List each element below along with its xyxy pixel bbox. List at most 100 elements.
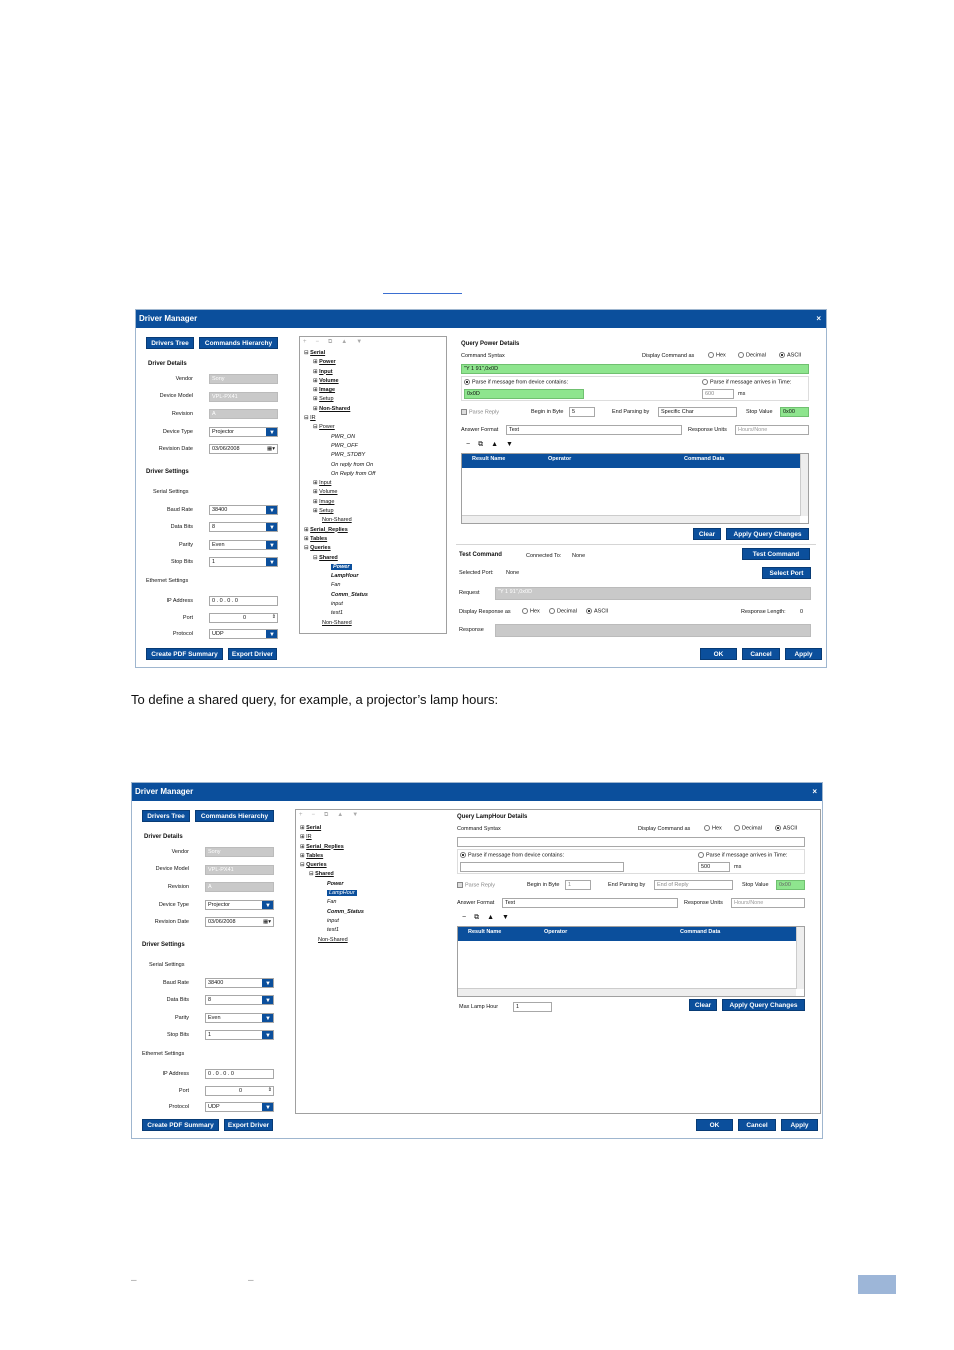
- parity-select[interactable]: Even ▼: [205, 1013, 274, 1023]
- tree-node[interactable]: Non-Shared: [304, 619, 375, 628]
- tree-node[interactable]: ⊟ Queries: [304, 544, 375, 553]
- tree-node[interactable]: ⊟ Serial: [304, 349, 375, 358]
- parse-time-radio[interactable]: Parse if message arrives in Time:: [702, 379, 791, 385]
- tree-node[interactable]: Power: [304, 563, 375, 572]
- export-driver-button[interactable]: Export Driver: [224, 1119, 273, 1131]
- tab-drivers-tree[interactable]: Drivers Tree: [146, 337, 194, 349]
- tree-node[interactable]: input: [300, 917, 364, 926]
- close-icon[interactable]: ×: [816, 310, 821, 328]
- chevron-down-icon[interactable]: ▼: [262, 996, 273, 1004]
- response-decimal-radio[interactable]: Decimal: [549, 608, 577, 614]
- stepper-icon[interactable]: ⇕: [272, 614, 276, 621]
- chevron-down-icon[interactable]: ▼: [262, 1014, 273, 1022]
- parse-reply-checkbox[interactable]: Parse Reply: [461, 409, 499, 415]
- stop-bits-select[interactable]: 1 ▼: [209, 557, 278, 567]
- device-model-field[interactable]: VPL-PX41: [205, 865, 274, 875]
- chevron-down-icon[interactable]: ▼: [262, 979, 273, 987]
- contains-field[interactable]: 0x0D: [464, 389, 584, 399]
- chevron-down-icon[interactable]: ▼: [266, 523, 277, 531]
- time-stepper[interactable]: 500: [698, 862, 730, 872]
- test-command-button[interactable]: Test Command: [742, 548, 810, 560]
- response-hex-radio[interactable]: Hex: [522, 608, 540, 614]
- tree-node[interactable]: test1: [304, 609, 375, 618]
- hex-radio[interactable]: Hex: [708, 352, 726, 358]
- baud-rate-select[interactable]: 38400 ▼: [205, 978, 274, 988]
- tree-node[interactable]: input: [304, 600, 375, 609]
- device-type-select[interactable]: Projector ▼: [209, 427, 278, 437]
- cancel-button[interactable]: Cancel: [738, 1119, 776, 1131]
- cancel-button[interactable]: Cancel: [742, 648, 780, 660]
- tree-node[interactable]: ⊞ Image: [304, 498, 375, 507]
- parity-select[interactable]: Even ▼: [209, 540, 278, 550]
- tree-node[interactable]: PWR_OFF: [304, 442, 375, 451]
- revision-field[interactable]: A: [209, 409, 278, 419]
- tab-commands-hierarchy[interactable]: Commands Hierarchy: [195, 810, 274, 822]
- device-type-select[interactable]: Projector ▼: [205, 900, 274, 910]
- protocol-select[interactable]: UDP ▼: [205, 1102, 274, 1112]
- tree-node[interactable]: ⊞ Serial_Replies: [304, 526, 375, 535]
- close-icon[interactable]: ×: [812, 783, 817, 801]
- stepper-icon[interactable]: ⇕: [268, 1087, 272, 1094]
- parse-contains-radio[interactable]: Parse if message from device contains:: [464, 379, 568, 385]
- tree-node[interactable]: PWR_ON: [304, 433, 375, 442]
- tree-node[interactable]: ⊞ Power: [304, 358, 375, 367]
- decimal-radio[interactable]: Decimal: [738, 352, 766, 358]
- tree-node[interactable]: ⊞ Image: [304, 386, 375, 395]
- tree-node[interactable]: Fan: [300, 898, 364, 907]
- stop-value-field[interactable]: 0x00: [780, 407, 809, 417]
- tree-node[interactable]: ⊟ Queries: [300, 861, 364, 870]
- tree-node[interactable]: Non-Shared: [304, 516, 375, 525]
- vendor-field[interactable]: Sony: [205, 847, 274, 857]
- query-results-grid[interactable]: Result Name Operator Command Data: [461, 453, 809, 524]
- port-stepper[interactable]: 0 ⇕: [209, 613, 278, 623]
- chevron-down-icon[interactable]: ▼: [266, 428, 277, 436]
- tree-node[interactable]: Comm_Status: [304, 591, 375, 600]
- chevron-down-icon[interactable]: ▼: [266, 630, 277, 638]
- calendar-icon[interactable]: ▦▾: [267, 445, 275, 453]
- create-pdf-summary-button[interactable]: Create PDF Summary: [142, 1119, 219, 1131]
- apply-query-changes-button[interactable]: Apply Query Changes: [722, 999, 805, 1011]
- tree-node[interactable]: PWR_STDBY: [304, 451, 375, 460]
- select-port-button[interactable]: Select Port: [762, 567, 811, 579]
- command-syntax-field[interactable]: [457, 837, 805, 847]
- tree-node[interactable]: ⊞ Volume: [304, 377, 375, 386]
- tab-drivers-tree[interactable]: Drivers Tree: [142, 810, 190, 822]
- stop-bits-select[interactable]: 1 ▼: [205, 1030, 274, 1040]
- stop-value-field[interactable]: 0x00: [776, 880, 805, 890]
- request-field[interactable]: "Y 1 91",0x0D: [495, 587, 811, 600]
- data-bits-select[interactable]: 8 ▼: [209, 522, 278, 532]
- tree-node[interactable]: ⊟ Shared: [300, 870, 364, 879]
- chevron-down-icon[interactable]: ▼: [266, 506, 277, 514]
- command-syntax-field[interactable]: "Y 1 91",0x0D: [461, 364, 809, 374]
- chevron-down-icon[interactable]: ▼: [266, 558, 277, 566]
- data-bits-select[interactable]: 8 ▼: [205, 995, 274, 1005]
- create-pdf-summary-button[interactable]: Create PDF Summary: [146, 648, 223, 660]
- scrollbar[interactable]: [796, 927, 804, 989]
- scrollbar[interactable]: [462, 515, 800, 523]
- response-ascii-radio[interactable]: ASCII: [586, 608, 608, 614]
- answer-format-select[interactable]: Text: [506, 425, 682, 435]
- tree-node[interactable]: LampHour: [300, 889, 364, 898]
- max-lamp-hour-stepper[interactable]: 1: [513, 1002, 552, 1012]
- tree-node[interactable]: ⊞ IR: [300, 833, 364, 842]
- response-units-select[interactable]: Hours/None: [735, 425, 809, 435]
- chevron-down-icon[interactable]: ▼: [262, 901, 273, 909]
- apply-button[interactable]: Apply: [785, 648, 822, 660]
- apply-button[interactable]: Apply: [781, 1119, 818, 1131]
- ip-address-field[interactable]: 0 . 0 . 0 . 0: [205, 1069, 274, 1079]
- answer-format-select[interactable]: Text: [502, 898, 678, 908]
- tree-node[interactable]: ⊞ Tables: [300, 852, 364, 861]
- scrollbar[interactable]: [458, 988, 796, 996]
- tree-node[interactable]: ⊟ IR: [304, 414, 375, 423]
- tree-node[interactable]: ⊞ Volume: [304, 488, 375, 497]
- revision-date-field[interactable]: 03/06/2008 ▦▾: [209, 444, 278, 454]
- clear-button[interactable]: Clear: [693, 528, 721, 540]
- time-stepper[interactable]: 600: [702, 389, 734, 399]
- parse-reply-checkbox[interactable]: Parse Reply: [457, 882, 495, 888]
- begin-byte-stepper[interactable]: 5: [569, 407, 595, 417]
- tree-node[interactable]: ⊞ Setup: [304, 395, 375, 404]
- tree-node[interactable]: Power: [300, 880, 364, 889]
- end-parsing-select[interactable]: Specific Char: [658, 407, 737, 417]
- hex-radio[interactable]: Hex: [704, 825, 722, 831]
- tab-commands-hierarchy[interactable]: Commands Hierarchy: [199, 337, 278, 349]
